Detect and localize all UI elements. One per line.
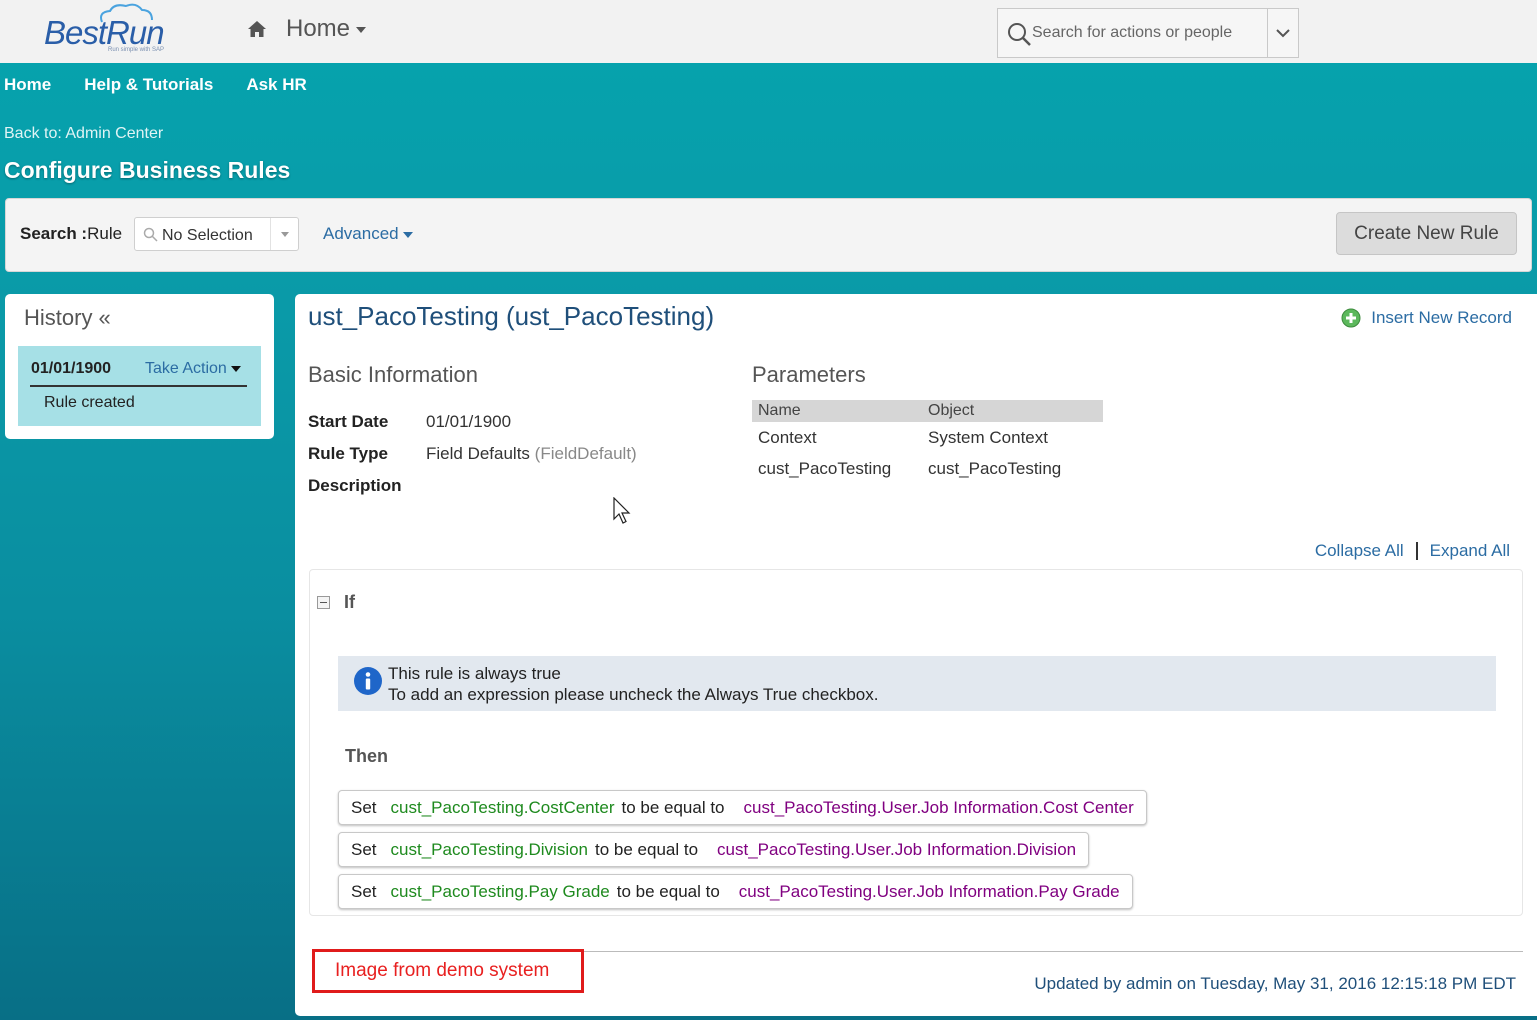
param-object: cust_PacoTesting: [928, 458, 1062, 478]
add-icon: [1341, 308, 1361, 328]
param-object: System Context: [928, 427, 1048, 447]
info-message-line-2: To add an expression please uncheck the …: [388, 685, 879, 704]
home-menu[interactable]: Home: [246, 14, 367, 44]
basic-information-title: Basic Information: [308, 362, 478, 387]
bestrun-logo[interactable]: BestRun Run simple with SAP: [44, 3, 179, 56]
create-new-rule-button[interactable]: Create New Rule: [1336, 212, 1517, 255]
column-header-object: Object: [928, 402, 975, 419]
set-statement[interactable]: Set cust_PacoTesting.Pay Grade to be equ…: [338, 874, 1133, 909]
take-action-menu[interactable]: Take Action: [145, 360, 241, 378]
set-statement[interactable]: Set cust_PacoTesting.CostCenter to be eq…: [338, 790, 1147, 825]
search-icon: [143, 227, 158, 242]
chevron-down-icon: [1276, 28, 1290, 37]
source-field[interactable]: cust_PacoTesting.User.Job Information.Pa…: [739, 882, 1120, 902]
expand-all-link[interactable]: Expand All: [1430, 541, 1510, 561]
search-dropdown-button[interactable]: [1267, 9, 1298, 57]
advanced-menu[interactable]: Advanced: [323, 224, 413, 244]
source-field[interactable]: cust_PacoTesting.User.Job Information.Di…: [717, 840, 1076, 860]
target-field[interactable]: cust_PacoTesting.Division: [391, 840, 588, 860]
param-name: cust_PacoTesting: [758, 458, 892, 478]
updated-by-text: Updated by admin on Tuesday, May 31, 201…: [1034, 974, 1516, 993]
source-field[interactable]: cust_PacoTesting.User.Job Information.Co…: [744, 798, 1134, 818]
chevron-down-icon: [230, 365, 241, 372]
table-row: cust_PacoTesting cust_PacoTesting: [752, 453, 1103, 484]
info-message-line-1: This rule is always true: [388, 664, 561, 683]
top-navigation: Home Help & Tutorials Ask HR: [4, 75, 307, 95]
home-icon: [248, 21, 266, 37]
nav-home[interactable]: Home: [4, 75, 51, 95]
divider: [30, 385, 247, 387]
search-label: Search :Rule: [20, 224, 123, 243]
description-label: Description: [308, 476, 402, 495]
start-date-value: 01/01/1900: [426, 412, 512, 431]
column-header-name: Name: [758, 402, 801, 419]
collapse-icon[interactable]: [317, 596, 330, 609]
demo-system-annotation: Image from demo system: [312, 949, 584, 993]
if-label: If: [344, 592, 355, 612]
history-entry[interactable]: 01/01/1900 Take Action Rule created: [18, 346, 261, 426]
global-search: [997, 8, 1299, 58]
shell-bar: BestRun Run simple with SAP Home: [0, 0, 1537, 63]
search-input[interactable]: [1032, 19, 1262, 47]
info-icon: [354, 667, 382, 695]
parameters-header: Name Object: [752, 400, 1103, 422]
rule-type-value: Field Defaults (FieldDefault): [426, 444, 637, 463]
nav-help-tutorials[interactable]: Help & Tutorials: [84, 75, 213, 95]
select-dropdown-icon[interactable]: [270, 218, 298, 250]
rule-detail-panel: ust_PacoTesting (ust_PacoTesting) Insert…: [295, 294, 1537, 1016]
back-link[interactable]: Back to: Admin Center: [4, 125, 163, 143]
rule-type-label: Rule Type: [308, 444, 388, 463]
always-true-message: This rule is always true To add an expre…: [338, 656, 1496, 711]
expand-collapse-links: Collapse All Expand All: [1315, 541, 1510, 561]
then-label: Then: [345, 746, 388, 766]
target-field[interactable]: cust_PacoTesting.Pay Grade: [391, 882, 610, 902]
if-section-header: If: [317, 592, 355, 613]
history-entry-description: Rule created: [44, 394, 135, 411]
history-title[interactable]: History «: [24, 305, 111, 331]
basic-information: Start Date 01/01/1900 Rule Type Field De…: [308, 406, 637, 502]
chevron-down-icon: [402, 231, 413, 238]
rule-search-bar: Search :Rule No Selection Advanced Creat…: [5, 198, 1532, 272]
page-title: Configure Business Rules: [4, 157, 291, 183]
collapse-all-link[interactable]: Collapse All: [1315, 541, 1404, 561]
rule-title: ust_PacoTesting (ust_PacoTesting): [308, 301, 715, 331]
history-entry-date: 01/01/1900: [31, 360, 112, 377]
history-panel: History « 01/01/1900 Take Action Rule cr…: [5, 294, 274, 439]
nav-ask-hr[interactable]: Ask HR: [246, 75, 306, 95]
insert-new-record-link[interactable]: Insert New Record: [1341, 308, 1512, 328]
rule-select[interactable]: No Selection: [134, 217, 299, 251]
mouse-cursor-icon: [613, 497, 631, 524]
logo-tagline: Run simple with SAP: [108, 47, 165, 53]
home-menu-label: Home: [286, 15, 367, 43]
divider: [1415, 542, 1418, 560]
table-row: Context System Context: [752, 422, 1103, 453]
param-name: Context: [758, 427, 817, 447]
target-field[interactable]: cust_PacoTesting.CostCenter: [391, 798, 615, 818]
parameters-title: Parameters: [752, 362, 866, 387]
rule-select-value: No Selection: [162, 227, 253, 244]
rule-expression-box: If This rule is always true To add an ex…: [309, 569, 1523, 916]
search-icon: [1008, 23, 1031, 46]
parameters-table: Name Object Context System Context cust_…: [752, 400, 1103, 484]
start-date-label: Start Date: [308, 412, 389, 431]
chevron-down-icon: [356, 26, 367, 33]
set-statement[interactable]: Set cust_PacoTesting.Division to be equa…: [338, 832, 1090, 867]
